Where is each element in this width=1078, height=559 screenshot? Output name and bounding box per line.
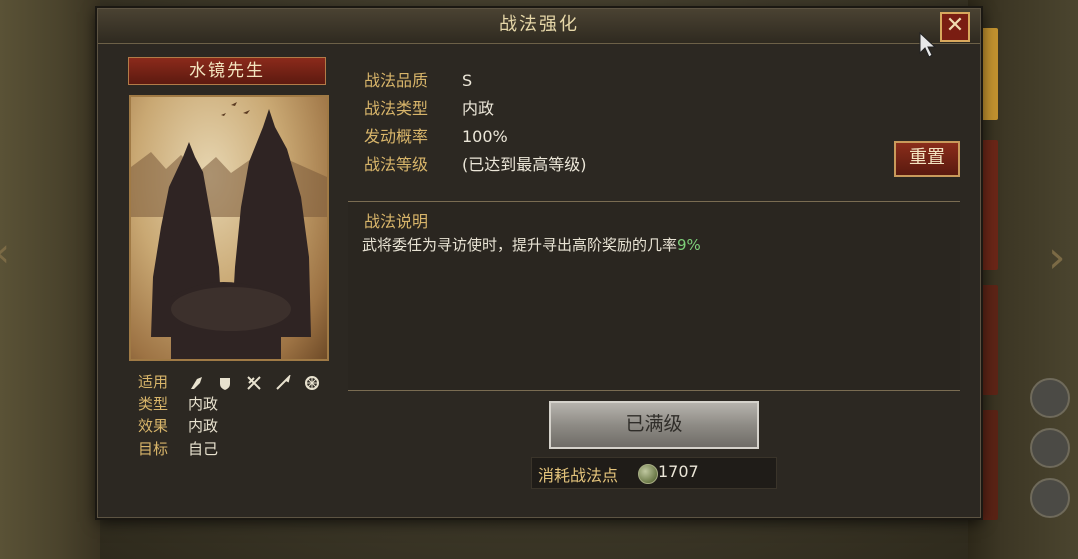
- portrait-illustration: [131, 102, 327, 359]
- info-type: 战法类型 内政: [364, 97, 494, 121]
- skill-name-plate: 水镜先生: [128, 57, 326, 85]
- prev-arrow-icon[interactable]: ‹: [0, 230, 14, 280]
- cursor-icon: [919, 31, 937, 58]
- cost-value: 1707: [658, 462, 699, 481]
- info-label: 战法品质: [364, 71, 429, 90]
- skill-name: 水镜先生: [189, 61, 265, 81]
- axe-icon: [191, 376, 202, 389]
- close-button[interactable]: ✕: [940, 12, 970, 42]
- skill-enhance-dialog: 战法强化 ✕ 水镜先生 适用 类型 内政 效果 内政 目标 自己 战法品质 S …: [97, 8, 981, 518]
- shield-icon: [220, 377, 231, 390]
- attr-type: 类型 内政: [138, 394, 218, 414]
- attr-effect: 效果 内政: [138, 416, 218, 436]
- info-value: 100%: [462, 127, 508, 146]
- info-value: (已达到最高等级): [462, 155, 587, 174]
- skill-portrait: [129, 95, 329, 361]
- skill-info: 战法品质 S 战法类型 内政 发动概率 100% 战法等级 (已达到最高等级): [348, 57, 960, 197]
- cost-bar: 消耗战法点 1707: [531, 457, 777, 489]
- description-body: 武将委任为寻访使时，提升寻出高阶奖励的几率: [362, 236, 678, 254]
- side-circle-button[interactable]: [1030, 478, 1070, 518]
- info-quality: 战法品质 S: [364, 69, 472, 93]
- side-circle-button[interactable]: [1030, 428, 1070, 468]
- attr-value: 内政: [188, 395, 219, 413]
- description-highlight: 9%: [677, 236, 701, 254]
- wheel-icon: [305, 375, 320, 390]
- skill-point-coin-icon: [638, 464, 658, 484]
- maxed-level-button[interactable]: 已满级: [549, 401, 759, 449]
- attr-label: 目标: [138, 440, 169, 458]
- background-left: [0, 0, 100, 559]
- attr-value: 自己: [188, 440, 219, 458]
- info-value: 内政: [462, 99, 495, 118]
- attr-applicable: 适用: [138, 372, 188, 392]
- info-level: 战法等级 (已达到最高等级): [364, 153, 587, 177]
- description-box: 战法说明 武将委任为寻访使时，提升寻出高阶奖励的几率9%: [348, 201, 960, 391]
- description-title: 战法说明: [364, 212, 429, 231]
- info-probability: 发动概率 100%: [364, 125, 508, 149]
- dialog-titlebar: 战法强化: [98, 9, 980, 44]
- description-text: 武将委任为寻访使时，提升寻出高阶奖励的几率9%: [362, 234, 701, 255]
- attr-target: 目标 自己: [138, 439, 218, 459]
- attr-value: 内政: [188, 417, 219, 435]
- side-circle-button[interactable]: [1030, 378, 1070, 418]
- cost-label: 消耗战法点: [538, 466, 619, 485]
- info-value: S: [462, 71, 473, 90]
- applicable-icons: [188, 372, 328, 392]
- info-label: 发动概率: [364, 127, 429, 146]
- reset-button[interactable]: 重置: [894, 141, 960, 177]
- attr-label: 类型: [138, 395, 169, 413]
- next-arrow-icon[interactable]: ›: [1048, 232, 1074, 288]
- crossbow-icon: [247, 375, 261, 390]
- attr-label: 适用: [138, 373, 169, 391]
- dialog-title: 战法强化: [499, 14, 579, 35]
- info-label: 战法等级: [364, 155, 429, 174]
- attr-label: 效果: [138, 417, 169, 435]
- spear-icon: [276, 374, 291, 390]
- info-label: 战法类型: [364, 99, 429, 118]
